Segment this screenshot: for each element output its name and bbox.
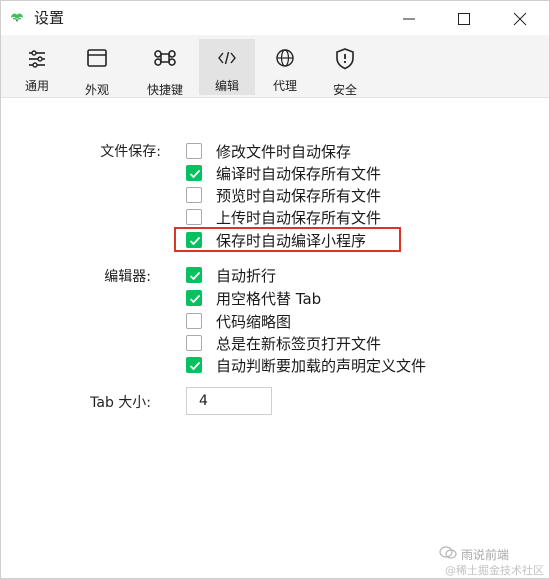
checkbox[interactable] — [186, 187, 202, 203]
globe-icon — [276, 49, 294, 67]
checkbox-checked[interactable] — [186, 267, 202, 283]
tab-general-label: 通用 — [24, 79, 49, 93]
shield-icon — [336, 48, 354, 70]
window-icon — [87, 49, 107, 67]
close-button[interactable] — [497, 1, 543, 35]
settings-window: 设置 通用 外观 快捷键 编辑 代理 安全 文件保存: 修改文件时自动保存 编译… — [0, 0, 550, 579]
title-bar: 设置 — [1, 1, 549, 35]
tab-editor-label: 编辑 — [214, 79, 239, 93]
checkbox-checked[interactable] — [186, 290, 202, 306]
checkbox[interactable] — [186, 313, 202, 329]
tab-proxy-label: 代理 — [272, 79, 297, 93]
tab-appearance[interactable]: 外观 — [71, 39, 123, 97]
checkbox-checked[interactable] — [186, 165, 202, 181]
app-logo-icon — [9, 9, 25, 25]
tab-shortcuts[interactable]: 快捷键 — [137, 39, 193, 97]
checkbox[interactable] — [186, 209, 202, 225]
settings-toolbar: 通用 外观 快捷键 编辑 代理 安全 — [1, 35, 549, 98]
tab-editor[interactable]: 编辑 — [199, 39, 255, 95]
watermark-sub: @稀土掘金技术社区 — [445, 564, 544, 577]
minimize-icon — [403, 18, 415, 20]
tab-size-input[interactable]: 4 — [186, 387, 272, 415]
tab-general[interactable]: 通用 — [11, 39, 63, 95]
maximize-icon — [458, 13, 470, 25]
tab-security-label: 安全 — [332, 83, 357, 97]
checkmark-icon — [189, 169, 201, 179]
tab-proxy[interactable]: 代理 — [259, 39, 311, 95]
watermark-name: 雨说前端 — [461, 548, 510, 562]
tab-appearance-label: 外观 — [84, 83, 109, 97]
command-icon — [154, 50, 176, 66]
checkmark-icon — [189, 294, 201, 304]
checkbox[interactable] — [186, 335, 202, 351]
tab-size-label: Tab 大小: — [90, 395, 151, 411]
window-title: 设置 — [34, 9, 65, 27]
maximize-button[interactable] — [441, 1, 487, 35]
highlight-box — [174, 227, 401, 252]
checkbox-checked[interactable] — [186, 357, 202, 373]
sliders-icon — [29, 50, 45, 68]
checkmark-icon — [189, 361, 201, 371]
file-save-label: 文件保存: — [100, 144, 161, 160]
close-icon — [513, 12, 527, 26]
checkbox[interactable] — [186, 143, 202, 159]
tab-security[interactable]: 安全 — [319, 39, 371, 97]
tab-shortcuts-label: 快捷键 — [146, 83, 183, 97]
code-icon — [218, 51, 236, 65]
minimize-button[interactable] — [386, 1, 432, 35]
editor-settings-panel: 文件保存: 修改文件时自动保存 编译时自动保存所有文件 预览时自动保存所有文件 … — [1, 97, 549, 578]
editor-label: 编辑器: — [104, 269, 151, 285]
checkmark-icon — [189, 271, 201, 281]
wechat-icon — [439, 546, 457, 559]
